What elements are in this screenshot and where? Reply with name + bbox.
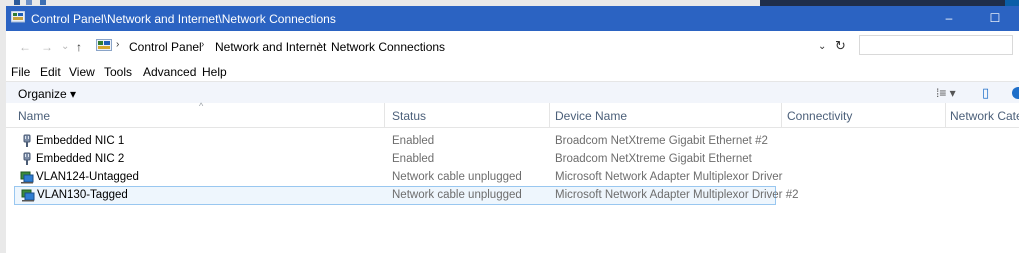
control-panel-icon	[96, 39, 112, 51]
help-icon[interactable]	[1012, 87, 1019, 99]
address-bar[interactable]: › Control Panel › Network and Internet ›…	[90, 35, 834, 57]
connection-name: VLAN130-Tagged	[37, 189, 128, 201]
ethernet-plug-icon	[23, 134, 31, 147]
connection-name: VLAN124-Untagged	[36, 171, 139, 183]
control-panel-icon	[11, 11, 25, 23]
explorer-window: Control Panel\Network and Internet\Netwo…	[6, 6, 1019, 253]
list-item[interactable]: VLAN124-Untagged Network cable unplugged…	[14, 169, 783, 186]
connection-status: Network cable unplugged	[392, 189, 522, 201]
minimize-button[interactable]: –	[926, 6, 972, 31]
menu-file[interactable]: File	[11, 65, 30, 79]
network-adapter-icon	[20, 171, 34, 184]
menu-bar: File Edit View Tools Advanced Help	[6, 61, 1019, 81]
menu-edit[interactable]: Edit	[40, 65, 61, 79]
column-header-name[interactable]: Name	[18, 109, 50, 123]
column-divider[interactable]	[781, 103, 782, 127]
column-headers: ^ Name Status Device Name Connectivity N…	[6, 101, 1019, 128]
column-header-network-category[interactable]: Network Catego	[950, 109, 1019, 123]
forward-button[interactable]: →	[41, 40, 53, 54]
list-item-selected[interactable]: VLAN130-Tagged Network cable unplugged M…	[14, 186, 799, 205]
window-title: Control Panel\Network and Internet\Netwo…	[31, 12, 336, 26]
refresh-button[interactable]: ↻	[835, 38, 846, 54]
menu-tools[interactable]: Tools	[104, 65, 132, 79]
address-row: ← → ⌄ ↑ › Control Panel › Network and In…	[6, 31, 1019, 61]
column-divider[interactable]	[549, 103, 550, 127]
connection-device: Microsoft Network Adapter Multiplexor Dr…	[555, 189, 799, 201]
connection-status: Enabled	[392, 153, 435, 165]
breadcrumb-control-panel[interactable]: Control Panel	[129, 40, 202, 54]
breadcrumb-separator: ›	[201, 39, 205, 50]
menu-advanced[interactable]: Advanced	[143, 65, 196, 79]
connection-name: Embedded NIC 1	[36, 135, 125, 147]
connection-status: Network cable unplugged	[392, 171, 522, 183]
connection-device: Broadcom NetXtreme Gigabit Ethernet	[555, 153, 752, 165]
maximize-button[interactable]: ☐	[972, 6, 1018, 31]
column-header-connectivity[interactable]: Connectivity	[787, 109, 852, 123]
desktop-icon-fragment	[14, 0, 20, 5]
breadcrumb-separator: ›	[116, 39, 120, 50]
change-view-button[interactable]: ⁞≡ ▾	[936, 86, 956, 100]
breadcrumb-network-and-internet[interactable]: Network and Internet	[215, 40, 326, 54]
column-header-status[interactable]: Status	[392, 109, 426, 123]
network-adapter-icon	[21, 189, 35, 202]
recent-locations-button[interactable]: ⌄	[61, 41, 69, 52]
desktop-icon-fragment	[40, 0, 46, 5]
preview-pane-button[interactable]: ▯	[982, 85, 989, 101]
menu-help[interactable]: Help	[202, 65, 227, 79]
connection-name: Embedded NIC 2	[36, 153, 125, 165]
command-bar: Organize ▾ ⁞≡ ▾ ▯	[6, 81, 1019, 104]
organize-button[interactable]: Organize ▾	[18, 87, 76, 101]
ethernet-plug-icon	[23, 152, 31, 165]
back-button[interactable]: ←	[19, 40, 31, 54]
breadcrumb-separator: ›	[318, 39, 322, 50]
connection-status: Enabled	[392, 135, 435, 147]
column-divider[interactable]	[945, 103, 946, 127]
list-item[interactable]: Embedded NIC 2 Enabled Broadcom NetXtrem…	[14, 151, 774, 168]
column-header-device-name[interactable]: Device Name	[555, 109, 627, 123]
sort-ascending-icon: ^	[199, 101, 204, 111]
connection-device: Broadcom NetXtreme Gigabit Ethernet #2	[555, 135, 768, 147]
column-divider[interactable]	[384, 103, 385, 127]
search-input[interactable]	[859, 35, 1013, 55]
title-bar[interactable]: Control Panel\Network and Internet\Netwo…	[6, 6, 1019, 31]
menu-view[interactable]: View	[69, 65, 95, 79]
up-button[interactable]: ↑	[76, 40, 82, 54]
desktop-icon-fragment	[26, 0, 32, 5]
list-item[interactable]: Embedded NIC 1 Enabled Broadcom NetXtrem…	[14, 133, 774, 150]
address-dropdown-button[interactable]: ⌄	[818, 41, 826, 52]
connection-device: Microsoft Network Adapter Multiplexor Dr…	[555, 171, 783, 183]
breadcrumb-network-connections[interactable]: Network Connections	[331, 40, 445, 54]
